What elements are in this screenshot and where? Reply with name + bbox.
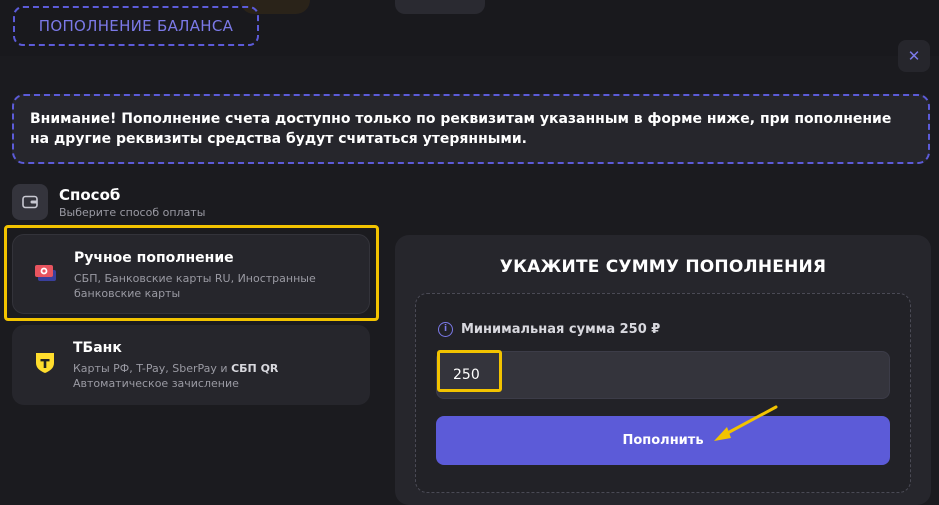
method-subtitle: Выберите способ оплаты: [59, 205, 206, 219]
payment-option-description: СБП, Банковские карты RU, Иностранные ба…: [74, 272, 316, 300]
backdrop-tab: [395, 0, 485, 14]
close-button[interactable]: ✕: [898, 40, 930, 72]
description-line2: Автоматическое зачисление: [73, 377, 239, 390]
info-icon: i: [438, 322, 453, 337]
payment-option-tbank[interactable]: ТБанк Карты РФ, T-Pay, SberPay и СБП QR …: [12, 325, 370, 405]
description-text: Карты РФ, T-Pay, SberPay и: [73, 362, 228, 375]
amount-form: i Минимальная сумма 250 ₽ Пополнить: [415, 293, 911, 493]
card-stack-icon: [34, 261, 58, 285]
amount-panel: УКАЖИТЕ СУММУ ПОПОЛНЕНИЯ i Минимальная с…: [395, 235, 931, 505]
method-title: Способ: [59, 185, 121, 204]
payment-option-title: Ручное пополнение: [74, 250, 234, 266]
amount-input[interactable]: [436, 351, 890, 399]
min-amount-row: i Минимальная сумма 250 ₽: [438, 322, 660, 337]
payment-option-title: ТБанк: [73, 340, 122, 356]
topup-button[interactable]: Пополнить: [436, 416, 890, 465]
min-amount-label: Минимальная сумма 250 ₽: [461, 322, 661, 337]
wallet-icon: [12, 184, 48, 220]
payment-option-description: Карты РФ, T-Pay, SberPay и СБП QR Автома…: [73, 361, 343, 391]
warning-notice: Внимание! Пополнение счета доступно толь…: [12, 94, 930, 164]
modal-title: ПОПОЛНЕНИЕ БАЛАНСА: [13, 6, 259, 46]
payment-option-manual[interactable]: Ручное пополнение СБП, Банковские карты …: [12, 234, 370, 314]
close-icon: ✕: [907, 47, 921, 65]
description-highlight: СБП QR: [231, 362, 279, 375]
tbank-logo-icon: [33, 351, 57, 375]
method-header: Способ Выберите способ оплаты: [12, 184, 205, 220]
amount-title: УКАЖИТЕ СУММУ ПОПОЛНЕНИЯ: [499, 257, 827, 277]
